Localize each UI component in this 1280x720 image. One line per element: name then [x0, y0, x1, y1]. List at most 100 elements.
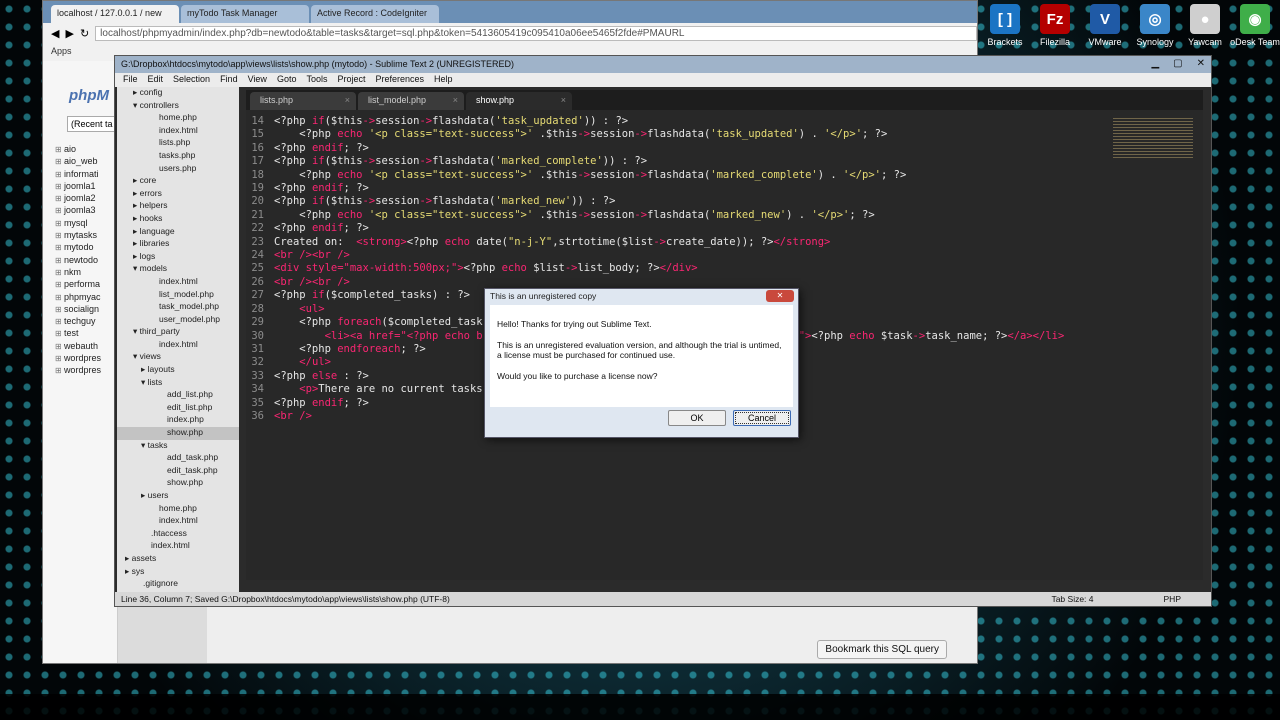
editor-tab[interactable]: lists.php × — [250, 92, 356, 110]
file-tree-item[interactable]: ▸ helpers — [117, 200, 239, 213]
menu-item-preferences[interactable]: Preferences — [375, 74, 424, 86]
database-item[interactable]: joomla1 — [55, 181, 117, 193]
database-item[interactable]: webauth — [55, 341, 117, 353]
file-tree-item[interactable]: ▸ core — [117, 175, 239, 188]
file-tree-item[interactable]: .htaccess — [117, 528, 239, 541]
menu-item-tools[interactable]: Tools — [306, 74, 327, 86]
browser-tab[interactable]: localhost / 127.0.0.1 / new — [51, 5, 179, 23]
menu-item-edit[interactable]: Edit — [148, 74, 164, 86]
reload-icon[interactable]: ↻ — [80, 27, 89, 40]
tab-close-icon[interactable]: × — [345, 95, 350, 105]
file-tree-item[interactable]: ▸ logs — [117, 251, 239, 264]
file-tree-item[interactable]: ▸ hooks — [117, 213, 239, 226]
menu-item-selection[interactable]: Selection — [173, 74, 210, 86]
desktop-shortcut[interactable]: ◉ oDesk Team — [1230, 0, 1280, 52]
browser-tab[interactable]: myTodo Task Manager — [181, 5, 309, 23]
browser-tab[interactable]: Active Record : CodeIgniter — [311, 5, 439, 23]
file-tree-item[interactable]: index.html — [117, 540, 239, 553]
database-item[interactable]: mytodo — [55, 242, 117, 254]
tab-size[interactable]: Tab Size: 4 — [1051, 594, 1093, 604]
menu-item-view[interactable]: View — [248, 74, 267, 86]
file-tree-item[interactable]: index.html — [117, 515, 239, 528]
database-item[interactable]: mysql — [55, 218, 117, 230]
file-tree-item[interactable]: home.php — [117, 503, 239, 516]
desktop-shortcut[interactable]: ◎ Synology — [1130, 0, 1180, 52]
file-tree-item[interactable]: ▸ sys — [117, 566, 239, 579]
file-tree-item[interactable]: ▾ views — [117, 351, 239, 364]
file-tree-item[interactable]: add_list.php — [117, 389, 239, 402]
file-tree-item[interactable]: show.php — [117, 477, 239, 490]
database-item[interactable]: joomla2 — [55, 193, 117, 205]
editor-tab[interactable]: show.php × — [466, 92, 572, 110]
file-tree-item[interactable]: ▸ errors — [117, 188, 239, 201]
menu-item-file[interactable]: File — [123, 74, 138, 86]
file-tree-item[interactable]: users.php — [117, 163, 239, 176]
database-item[interactable]: phpmyac — [55, 292, 117, 304]
desktop-shortcut[interactable]: [ ] Brackets — [980, 0, 1030, 52]
database-item[interactable]: newtodo — [55, 255, 117, 267]
file-tree-item[interactable]: index.html — [117, 276, 239, 289]
minimize-icon[interactable]: ▁ — [1151, 58, 1159, 69]
database-item[interactable]: nkm — [55, 267, 117, 279]
cancel-button[interactable]: Cancel — [733, 410, 791, 426]
database-item[interactable]: performa — [55, 279, 117, 291]
file-tree-item[interactable]: user_model.php — [117, 314, 239, 327]
maximize-icon[interactable]: ▢ — [1173, 58, 1182, 69]
file-tree-item[interactable]: ▸ layouts — [117, 364, 239, 377]
file-tree-item[interactable]: lists.php — [117, 137, 239, 150]
editor-tab[interactable]: list_model.php × — [358, 92, 464, 110]
file-tree-item[interactable]: index.php — [117, 414, 239, 427]
dialog-close-icon[interactable]: ✕ — [766, 290, 794, 302]
database-item[interactable]: aio_web — [55, 156, 117, 168]
bookmark-sql-button[interactable]: Bookmark this SQL query — [817, 640, 947, 659]
tab-close-icon[interactable]: × — [453, 95, 458, 105]
close-icon[interactable]: ✕ — [1197, 58, 1205, 69]
recent-tables-select[interactable]: (Recent ta — [67, 116, 117, 132]
file-tree-item[interactable]: ▸ assets — [117, 553, 239, 566]
file-tree-item[interactable]: task_model.php — [117, 301, 239, 314]
file-tree-item[interactable]: ▸ config — [117, 87, 239, 100]
url-input[interactable]: localhost/phpmyadmin/index.php?db=newtod… — [95, 25, 977, 41]
database-item[interactable]: socialign — [55, 304, 117, 316]
file-tree-item[interactable]: ▸ libraries — [117, 238, 239, 251]
forward-icon[interactable]: ▶ — [65, 27, 73, 40]
database-item[interactable]: wordpres — [55, 353, 117, 365]
database-item[interactable]: techguy — [55, 316, 117, 328]
database-item[interactable]: joomla3 — [55, 205, 117, 217]
menu-item-goto[interactable]: Goto — [277, 74, 297, 86]
syntax-mode[interactable]: PHP — [1164, 594, 1181, 604]
menu-item-find[interactable]: Find — [220, 74, 238, 86]
tab-close-icon[interactable]: × — [561, 95, 566, 105]
file-tree-item[interactable]: add_task.php — [117, 452, 239, 465]
database-item[interactable]: informati — [55, 169, 117, 181]
database-item[interactable]: mytasks — [55, 230, 117, 242]
file-tree-item[interactable]: .gitignore — [117, 578, 239, 591]
database-item[interactable]: test — [55, 328, 117, 340]
apps-bookmark[interactable]: Apps — [51, 46, 72, 56]
file-tree-item[interactable]: list_model.php — [117, 289, 239, 302]
file-tree-item[interactable]: ▾ tasks — [117, 440, 239, 453]
file-tree-item[interactable]: ▸ language — [117, 226, 239, 239]
minimap[interactable] — [1113, 118, 1193, 160]
desktop-shortcut[interactable]: V VMware — [1080, 0, 1130, 52]
file-tree-item[interactable]: tasks.php — [117, 150, 239, 163]
menu-item-help[interactable]: Help — [434, 74, 453, 86]
file-tree-item[interactable]: index.html — [117, 339, 239, 352]
file-tree-item[interactable]: ▾ controllers — [117, 100, 239, 113]
back-icon[interactable]: ◀ — [51, 27, 59, 40]
file-tree-item[interactable]: ▾ models — [117, 263, 239, 276]
file-tree-item[interactable]: show.php — [117, 427, 239, 440]
ok-button[interactable]: OK — [668, 410, 726, 426]
file-tree-item[interactable]: home.php — [117, 112, 239, 125]
file-tree-item[interactable]: ▸ users — [117, 490, 239, 503]
file-tree-item[interactable]: index.html — [117, 125, 239, 138]
desktop-shortcut[interactable]: Fz Filezilla — [1030, 0, 1080, 52]
menu-item-project[interactable]: Project — [337, 74, 365, 86]
database-item[interactable]: aio — [55, 144, 117, 156]
file-tree-item[interactable]: ▾ third_party — [117, 326, 239, 339]
file-tree-item[interactable]: ▾ lists — [117, 377, 239, 390]
file-tree-item[interactable]: edit_list.php — [117, 402, 239, 415]
file-tree-item[interactable]: edit_task.php — [117, 465, 239, 478]
desktop-shortcut[interactable]: ● Yawcam — [1180, 0, 1230, 52]
database-item[interactable]: wordpres — [55, 365, 117, 377]
